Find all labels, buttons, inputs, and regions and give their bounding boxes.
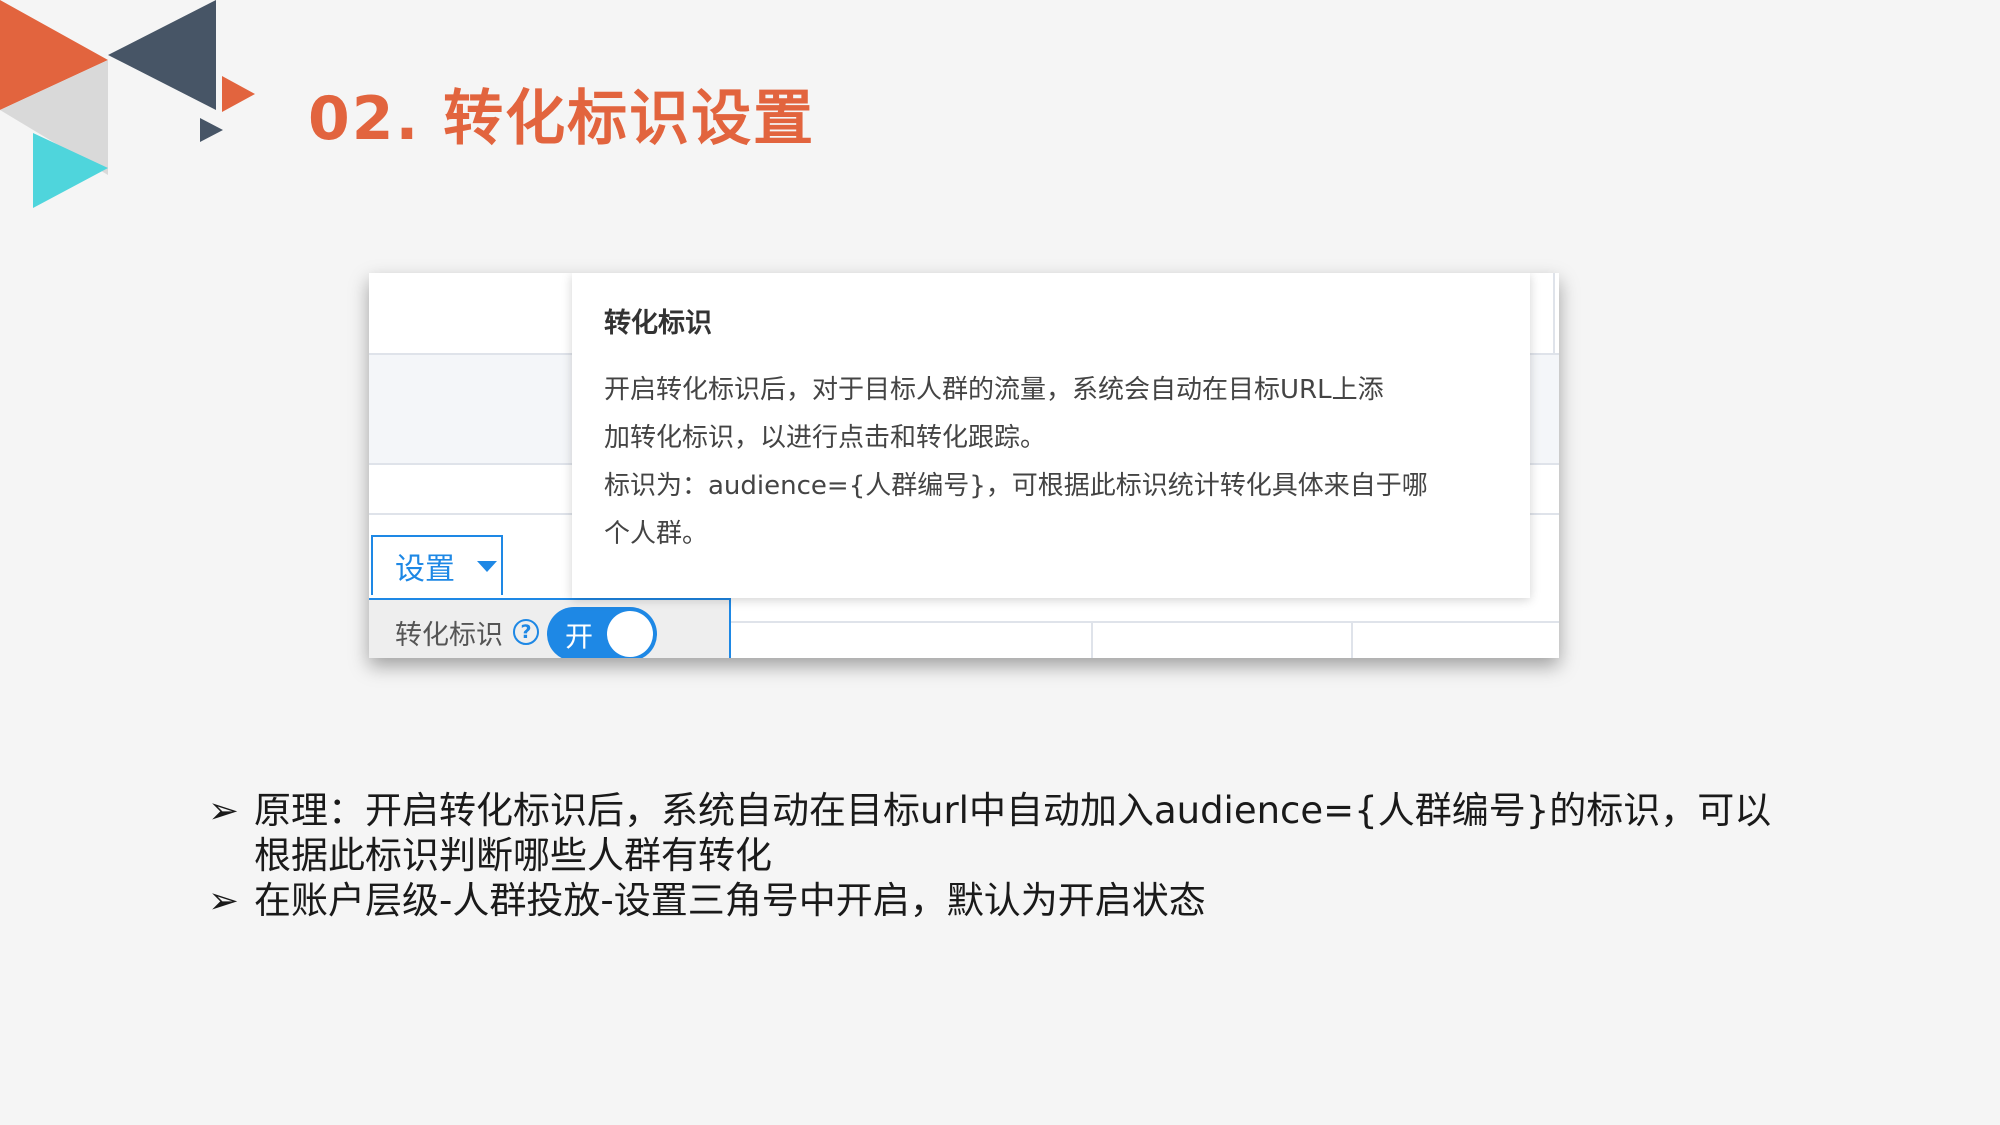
arrow-bullet-icon: ➢ xyxy=(208,789,240,832)
tooltip-title: 转化标识 xyxy=(604,308,712,339)
bullet-item: ➢ 在账户层级-人群投放-设置三角号中开启，默认为开启状态 xyxy=(208,878,1808,923)
bullet-text: 在账户层级-人群投放-设置三角号中开启，默认为开启状态 xyxy=(254,879,1206,922)
bullet-list: ➢ 原理：开启转化标识后，系统自动在目标url中自动加入audience={人群… xyxy=(208,788,1808,923)
ui-screenshot: 设置 转化标识 ? 开 转化标识 开启转化标识后，对于目标人群的流量，系统会自动… xyxy=(369,273,1559,658)
caret-down-icon xyxy=(477,560,497,572)
toggle-knob xyxy=(607,611,653,657)
settings-label: 设置 xyxy=(395,552,455,587)
question-circle-icon[interactable]: ? xyxy=(513,619,539,645)
divider xyxy=(729,598,731,658)
divider xyxy=(731,621,1559,623)
tooltip-body: 开启转化标识后，对于目标人群的流量，系统会自动在目标URL上添 加转化标识，以进… xyxy=(604,366,1498,558)
conversion-tooltip: 转化标识 开启转化标识后，对于目标人群的流量，系统会自动在目标URL上添 加转化… xyxy=(572,273,1530,598)
decorative-triangles xyxy=(0,0,255,208)
settings-dropdown-button[interactable]: 设置 xyxy=(371,535,503,595)
arrow-bullet-icon: ➢ xyxy=(208,879,240,922)
tooltip-line: 开启转化标识后，对于目标人群的流量，系统会自动在目标URL上添 xyxy=(604,375,1384,405)
tooltip-line: 标识为：audience={人群编号}，可根据此标识统计转化具体来自于哪 xyxy=(604,471,1428,501)
dark-triangle xyxy=(108,0,216,110)
divider xyxy=(1553,273,1555,353)
small-dark-triangle xyxy=(200,118,223,142)
bullet-text: 原理：开启转化标识后，系统自动在目标url中自动加入audience={人群编号… xyxy=(254,789,1772,877)
divider xyxy=(1091,623,1093,658)
conversion-toggle[interactable]: 开 xyxy=(547,607,657,658)
small-orange-triangle xyxy=(222,76,255,112)
conversion-label: 转化标识 xyxy=(395,620,503,651)
toggle-label: 开 xyxy=(565,620,594,653)
tooltip-line: 个人群。 xyxy=(604,519,709,549)
divider xyxy=(1351,623,1353,658)
slide-title: 02. 转化标识设置 xyxy=(308,84,816,154)
tooltip-line: 加转化标识，以进行点击和转化跟踪。 xyxy=(604,423,1047,453)
bullet-item: ➢ 原理：开启转化标识后，系统自动在目标url中自动加入audience={人群… xyxy=(208,788,1808,878)
